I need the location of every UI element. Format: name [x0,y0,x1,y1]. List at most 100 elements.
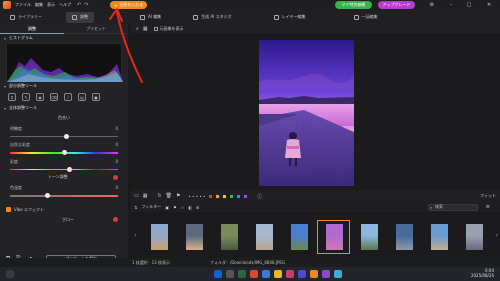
tab-layers[interactable]: レイヤー編集 [268,12,312,23]
delete-icon[interactable]: 🗑 [166,193,172,199]
filmstrip-thumb[interactable] [457,220,490,254]
clarity-slider[interactable]: 明瞭度 0 [0,126,128,139]
clock[interactable]: 0:04 2025/08/26 [471,268,494,278]
crop-icon[interactable]: ⌗ [8,93,16,101]
filmstrip-thumb[interactable] [177,220,210,254]
menu-help[interactable]: ヘルプ [59,2,71,8]
edited-photo[interactable] [259,40,354,186]
color-label-yellow[interactable] [223,194,227,198]
annotate-button[interactable]: ✦ 注釈を入れる [110,1,148,9]
close-icon[interactable]: ✕ [482,0,496,10]
slider-knob[interactable] [61,150,67,155]
color-label-purple[interactable] [244,194,248,198]
slider-knob[interactable] [66,166,72,172]
slider-track[interactable] [10,193,118,198]
reset-dot-icon[interactable] [113,174,118,180]
undo-icon[interactable]: ↶ [77,2,81,8]
menu-edit[interactable]: 編集 [35,2,43,8]
slider-track[interactable] [10,150,118,155]
maximize-icon[interactable]: □ [462,0,476,10]
app-icon-2[interactable] [250,270,258,278]
filmstrip-thumb[interactable] [247,220,280,254]
histogram-header[interactable]: ▾ ヒストグラム [0,34,128,42]
minimize-icon[interactable]: – [444,0,458,10]
folder-icon[interactable] [274,270,282,278]
app-icon-7[interactable] [334,270,342,278]
weather-icon[interactable] [6,270,14,278]
eye-icon[interactable]: ◉ [36,93,44,101]
filmstrip-thumb[interactable] [282,220,315,254]
filmstrip-thumb[interactable] [142,220,175,254]
color-label-red[interactable] [209,194,213,198]
pen-icon[interactable]: / [64,93,72,101]
scroll-left-icon[interactable]: ‹ [134,232,136,239]
rotate-icon[interactable]: ↻ [157,193,161,199]
app-icon-3[interactable] [262,270,270,278]
slider-knob[interactable] [63,134,69,139]
eraser-icon[interactable]: ⌫ [50,93,58,101]
app-icon-5[interactable] [298,270,306,278]
tab-generative-ai[interactable]: 生成 AI スタジオ [187,12,237,23]
slider-track[interactable] [10,166,118,172]
vibe-checkbox[interactable] [6,207,11,212]
upgrade-button[interactable]: アップグレード [378,1,415,9]
filmstrip-thumb[interactable] [422,220,455,254]
local-tools-header[interactable]: ▾ 部分調整ツール [0,82,128,90]
color-label-green[interactable] [230,194,234,198]
scroll-right-icon[interactable]: › [496,232,498,239]
menu-file[interactable]: ファイル [15,2,31,8]
vibe-section[interactable]: Vibe エフェクト [0,197,128,213]
tab-adjust[interactable]: 調整 [66,11,94,23]
sort-icon[interactable]: ⇅ [134,205,137,210]
fit-dropdown[interactable]: フィット [480,193,496,199]
menu-view[interactable]: 表示 [47,2,55,8]
vibrance-slider[interactable]: 自然な彩度 0 [0,142,128,155]
compare-checkbox[interactable] [153,26,158,31]
tab-adjustments[interactable]: 調整 [0,24,64,34]
filmstrip-view-icon[interactable]: ▭ [134,193,139,199]
filter-label[interactable]: フィルター [141,204,161,210]
brush-icon[interactable]: ✎ [22,93,30,101]
filter-image-icon[interactable]: ▣ [165,205,169,210]
search-input[interactable]: ⌕ 検索 [428,203,478,211]
settings-icon[interactable]: ⚙ [425,0,439,10]
gradient-icon[interactable]: ▤ [78,93,86,101]
photo-app-icon[interactable] [310,270,318,278]
color-label-blue[interactable] [237,194,241,198]
temperature-slider[interactable]: 色温度 0 [0,185,128,198]
saturation-slider[interactable]: 彩度 0 [0,159,128,172]
zoom-icon[interactable]: ⌕ [136,26,139,32]
filter-tag-icon[interactable]: ⊞ [196,205,199,210]
filmstrip-thumb[interactable] [387,220,420,254]
global-tools-header[interactable]: ▾ 全体調整ツール [0,104,128,112]
tab-ai-edit[interactable]: AI 編集 [134,12,167,23]
tab-batch[interactable]: 一括編集 [348,12,384,23]
filter-settings-icon[interactable]: ≡ [486,204,490,210]
filter-star-icon[interactable]: ☆ [181,205,185,210]
glow-dot-icon[interactable] [113,217,118,222]
filter-flag-icon[interactable]: ⚑ [173,205,177,210]
selection-count: 1 枚選択 · 13 枚表示 [132,259,170,265]
info-icon[interactable]: ⓘ [257,193,262,200]
grid-icon[interactable]: ▦ [143,26,148,32]
color-label-orange[interactable] [216,194,220,198]
image-canvas[interactable] [130,33,500,189]
app-icon-6[interactable] [322,270,330,278]
flag-icon[interactable]: ⚑ [176,193,180,199]
tab-presets[interactable]: プリセット [64,24,128,34]
filmstrip-thumb[interactable] [352,220,385,254]
mask-icon[interactable]: ● [92,93,100,101]
special-price-button[interactable]: マイ特別価格 [335,1,372,9]
filmstrip-thumb[interactable] [212,220,245,254]
redo-icon[interactable]: ↷ [84,2,88,8]
tab-library[interactable]: ライブラリー [4,12,48,23]
slider-track[interactable] [10,134,118,139]
app-icon-4[interactable] [286,270,294,278]
filmstrip-thumb[interactable] [317,220,350,254]
grid-view-icon[interactable]: ▦ [143,193,148,199]
start-icon[interactable] [214,270,222,278]
search-taskbar-icon[interactable] [226,270,234,278]
rating-dots[interactable]: • • • • • [189,194,206,199]
filter-color-icon[interactable]: ◧ [188,205,192,210]
app-icon-1[interactable] [238,270,246,278]
